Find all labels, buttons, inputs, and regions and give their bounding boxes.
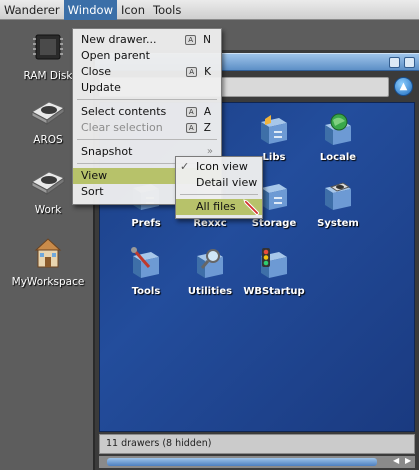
drawer-icon-label: Prefs bbox=[131, 218, 161, 229]
menu-item-label: Open parent bbox=[81, 49, 150, 62]
shortcut-key: K bbox=[204, 66, 211, 78]
status-text: 11 drawers (8 hidden) bbox=[106, 438, 212, 449]
menu-item-label: Select contents bbox=[81, 105, 167, 118]
drawer-icon bbox=[261, 115, 287, 144]
scroll-left-icon[interactable]: ◀ bbox=[393, 456, 399, 465]
menu-title-wanderer[interactable]: Wanderer bbox=[0, 0, 64, 20]
shortcut-key: A bbox=[203, 106, 211, 118]
shortcut: AK bbox=[186, 64, 211, 80]
menu-item-label: View bbox=[81, 169, 108, 182]
menu-item-new-drawer[interactable]: New drawer... AN bbox=[73, 32, 221, 48]
screen-menubar: Wanderer Window Icon Tools bbox=[0, 0, 419, 20]
menu-item-label: Clear selection bbox=[81, 121, 163, 134]
iconify-gadget-icon[interactable] bbox=[389, 57, 400, 68]
drawer-icon-tools[interactable]: Tools bbox=[114, 247, 178, 297]
menu-item-label: Close bbox=[81, 65, 111, 78]
amiga-key-icon: A bbox=[185, 107, 197, 117]
menu-item-open-parent[interactable]: Open parent bbox=[73, 48, 221, 64]
drawer-icon-label: Rexxc bbox=[193, 218, 227, 229]
shortcut: AN bbox=[185, 32, 211, 48]
drawer-icon-label: System bbox=[317, 218, 359, 229]
menu-item-label: Icon view bbox=[196, 160, 248, 173]
menu-item-clear-selection[interactable]: Clear selection AZ bbox=[73, 120, 221, 136]
depth-gadget-icon[interactable] bbox=[404, 57, 415, 68]
drawer-icon-locale[interactable]: Locale bbox=[306, 113, 370, 163]
menu-title-window[interactable]: Window bbox=[63, 0, 117, 20]
drawer-icon-label: Utilities bbox=[187, 286, 233, 297]
magnifier-drawer-icon bbox=[197, 249, 223, 278]
desktop-icon-myworkspace[interactable]: MyWorkspace bbox=[8, 234, 88, 288]
globe-drawer-icon bbox=[325, 113, 351, 145]
menu-title-tools[interactable]: Tools bbox=[149, 0, 185, 20]
menu-item-label: All files bbox=[196, 200, 236, 213]
drawer-icon-label: Tools bbox=[131, 286, 161, 297]
amiga-key-icon: A bbox=[186, 67, 198, 77]
status-bar: 11 drawers (8 hidden) bbox=[99, 434, 415, 454]
amiga-key-icon: A bbox=[185, 35, 197, 45]
hard-disk-icon bbox=[29, 96, 67, 131]
shortcut: AZ bbox=[185, 120, 211, 136]
drawer-icon-label: WBStartup bbox=[243, 286, 305, 297]
menu-item-update[interactable]: Update bbox=[73, 80, 221, 96]
home-drawer-icon bbox=[32, 234, 64, 273]
menu-item-detail-view[interactable]: Detail view bbox=[176, 175, 262, 191]
menu-title-icon[interactable]: Icon bbox=[117, 0, 149, 20]
checkmark-icon: ✓ bbox=[180, 160, 190, 173]
menu-item-select-contents[interactable]: Select contents AA bbox=[73, 104, 221, 120]
traffic-light-drawer-icon bbox=[261, 248, 287, 278]
menu-item-label: Update bbox=[81, 81, 121, 94]
menu-item-label: New drawer... bbox=[81, 33, 157, 46]
shortcut-key: N bbox=[203, 34, 211, 46]
menu-item-label: Snapshot bbox=[81, 145, 133, 158]
amiga-key-icon: A bbox=[185, 123, 197, 133]
menu-item-close[interactable]: Close AK bbox=[73, 64, 221, 80]
menu-item-icon-view[interactable]: ✓ Icon view bbox=[176, 159, 262, 175]
up-arrow-icon: ▲ bbox=[399, 81, 408, 92]
shortcut-key: Z bbox=[203, 122, 211, 134]
drawer-icon-wbstartup[interactable]: WBStartup bbox=[242, 247, 306, 297]
menu-item-label: Detail view bbox=[196, 176, 258, 189]
desktop-icon-label: Work bbox=[34, 204, 62, 216]
mouse-pointer-icon bbox=[243, 199, 260, 220]
disk-drawer-icon bbox=[325, 182, 351, 210]
menu-item-label: Sort bbox=[81, 185, 104, 198]
scroll-right-icon[interactable]: ▶ bbox=[405, 456, 411, 465]
desktop-icon-label: MyWorkspace bbox=[11, 276, 85, 288]
horizontal-scrollbar[interactable]: ◀ ▶ bbox=[99, 456, 415, 468]
shortcut: AA bbox=[185, 104, 211, 120]
parent-directory-button[interactable]: ▲ bbox=[394, 77, 413, 96]
scrollbar-thumb[interactable] bbox=[107, 458, 377, 466]
drawer-icon-label: Locale bbox=[319, 152, 357, 163]
ram-disk-icon bbox=[31, 32, 65, 67]
drawer-icon-system[interactable]: System bbox=[306, 179, 370, 229]
tools-drawer-icon bbox=[131, 247, 159, 278]
hard-disk-icon bbox=[29, 166, 67, 201]
drawer-icon-utilities[interactable]: Utilities bbox=[178, 247, 242, 297]
